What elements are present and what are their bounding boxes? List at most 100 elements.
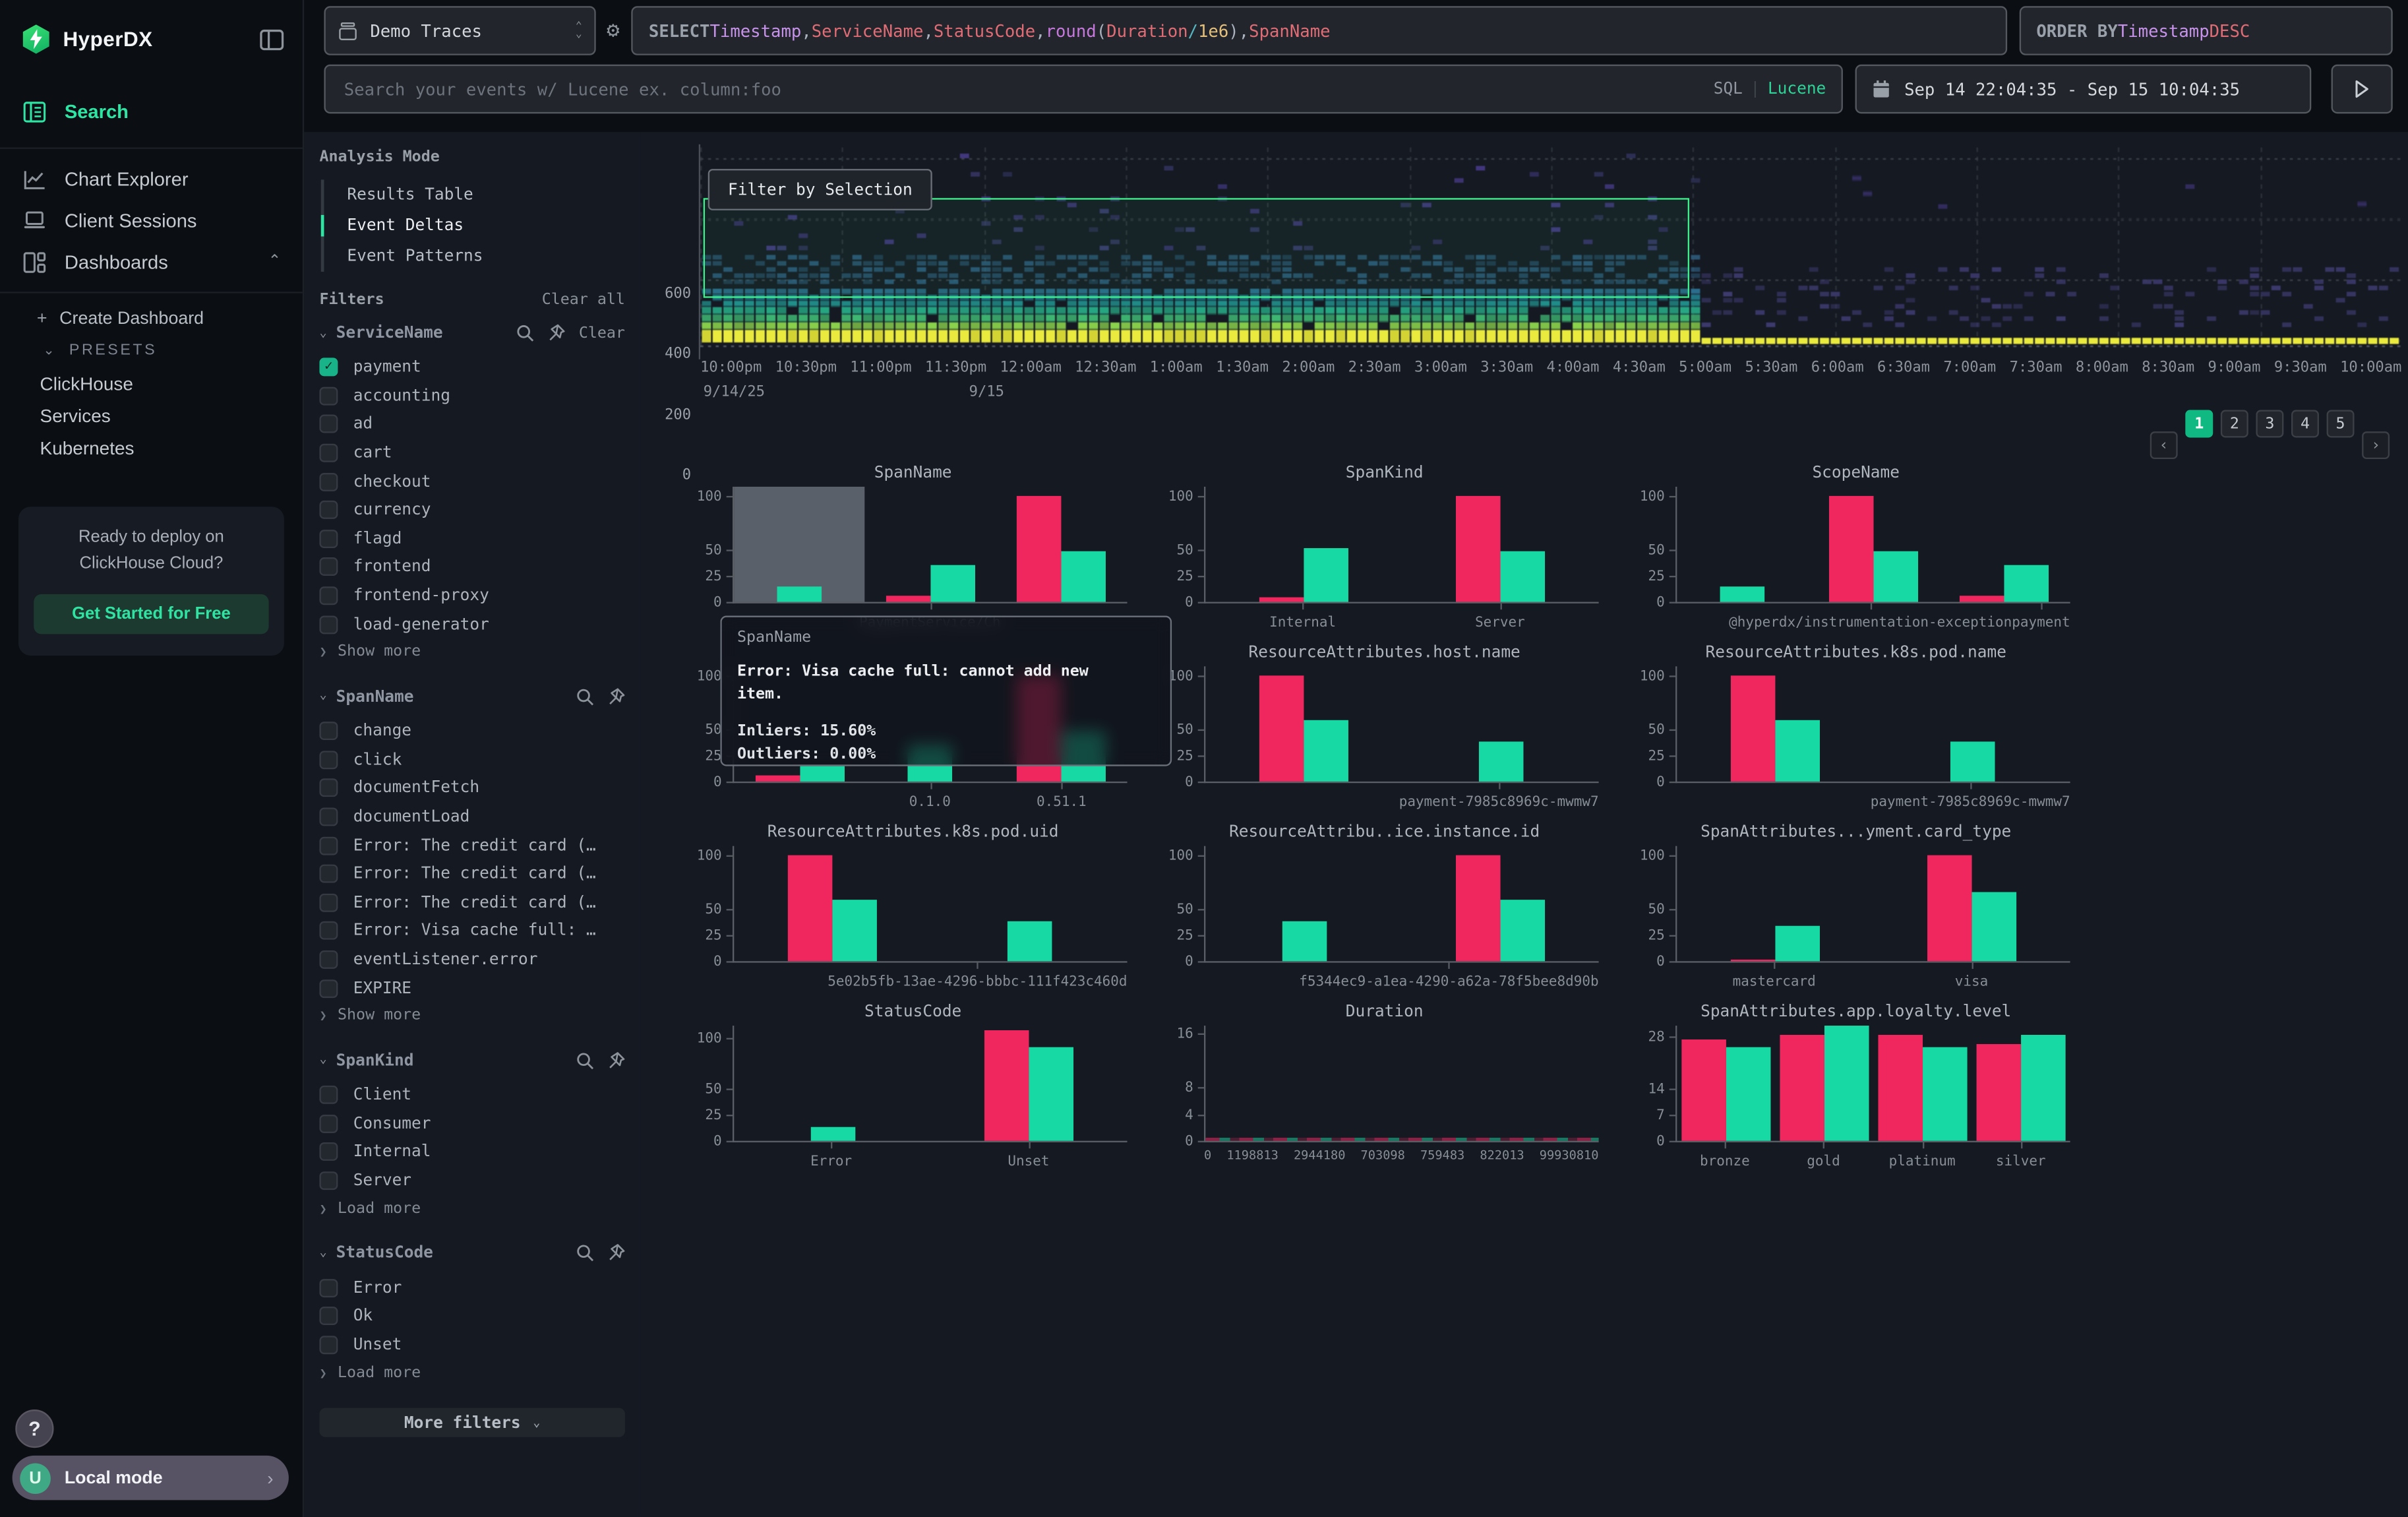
chart-spanname[interactable]: SpanName02550100PaymentService/Ch [677,458,1149,637]
inlier-bar[interactable] [930,565,975,602]
chart-plot[interactable] [1204,1026,1599,1142]
clear-filter-button[interactable]: Clear [579,325,625,342]
inlier-bar[interactable] [1062,551,1106,602]
outlier-bar[interactable] [886,596,931,602]
bar-group[interactable] [734,1026,930,1141]
checkbox-icon[interactable] [319,387,338,405]
inlier-bar[interactable] [1972,892,2017,961]
checkbox-icon[interactable] [319,501,338,520]
filter-checkbox-item[interactable]: currency [319,496,624,524]
bar-group[interactable] [1808,487,1939,602]
outlier-bar[interactable] [788,855,833,962]
bar-group[interactable] [1677,1026,1775,1141]
chart-plot[interactable] [1204,846,1599,963]
inlier-bar[interactable] [1007,921,1052,961]
outlier-bar[interactable] [1681,1039,1726,1141]
filter-checkbox-item[interactable]: frontend-proxy [319,582,624,610]
bar-group[interactable] [1205,666,1402,782]
analysis-mode-event-patterns[interactable]: Event Patterns [324,241,625,272]
page-prev-button[interactable]: ‹ [2150,431,2178,459]
source-select[interactable]: Demo Traces ⌃⌄ [324,6,595,55]
pin-icon[interactable] [607,688,625,706]
sidebar-item-client-sessions[interactable]: Client Sessions [0,200,303,241]
bar-group[interactable] [1205,487,1402,602]
filter-checkbox-item[interactable]: documentLoad [319,803,624,831]
checkbox-icon[interactable] [319,558,338,576]
chart-resourceattribu-ice-instance-id[interactable]: ResourceAttribu..ice.instance.id02550100… [1149,817,1620,996]
search-icon[interactable] [576,1051,594,1070]
show-more-button[interactable]: ❯Load more [319,1195,624,1223]
checkbox-icon[interactable] [319,808,338,826]
bar-group[interactable] [1874,1026,1972,1141]
bar-group[interactable] [1972,1026,2070,1141]
filter-checkbox-item[interactable]: ad [319,410,624,439]
bar-group[interactable] [734,846,930,962]
inlier-bar[interactable] [1282,921,1327,961]
sql-select-input[interactable]: SELECT Timestamp, ServiceName, StatusCod… [632,6,2007,55]
checkbox-icon[interactable] [319,779,338,797]
filter-checkbox-item[interactable]: load-generator [319,610,624,638]
checkbox-checked-icon[interactable]: ✓ [319,358,338,377]
chevron-down-icon[interactable]: ⌄ [319,689,326,702]
checkbox-icon[interactable] [319,444,338,462]
inlier-bar[interactable] [1501,551,1546,602]
filter-checkbox-item[interactable]: change [319,717,624,745]
checkbox-icon[interactable] [319,615,338,634]
outlier-bar[interactable] [1456,855,1501,962]
checkbox-icon[interactable] [319,1278,338,1297]
checkbox-icon[interactable] [319,1143,338,1161]
checkbox-icon[interactable] [319,836,338,855]
bar-group[interactable] [1939,487,2070,602]
checkbox-icon[interactable] [319,1086,338,1104]
outlier-bar[interactable] [1017,495,1062,602]
outlier-bar[interactable] [755,775,800,782]
checkbox-icon[interactable] [319,865,338,883]
checkbox-icon[interactable] [319,922,338,941]
inlier-bar[interactable] [1873,551,1918,602]
bar-group[interactable] [1402,846,1598,962]
collapse-sidebar-icon[interactable] [260,28,284,50]
bar-group[interactable] [1677,846,1873,962]
bar-group[interactable] [1677,666,1873,782]
chart-scopename[interactable]: ScopeName02550100@hyperdx/instrumentatio… [1620,458,2092,637]
bar-group[interactable] [865,487,996,602]
sidebar-item-clickhouse[interactable]: ClickHouse [0,367,303,399]
filter-checkbox-item[interactable]: Internal [319,1138,624,1166]
outlier-bar[interactable] [1259,675,1304,782]
filter-checkbox-item[interactable]: checkout [319,468,624,496]
filter-group-name[interactable]: SpanKind [336,1051,564,1070]
filter-checkbox-item[interactable]: flagd [319,524,624,553]
checkbox-icon[interactable] [319,1115,338,1133]
chart-plot[interactable] [1675,666,2070,783]
order-by-input[interactable]: ORDER BY Timestamp DESC [2020,6,2393,55]
chart-plot[interactable] [1675,487,2070,604]
page-next-button[interactable]: › [2362,431,2390,459]
filter-checkbox-item[interactable]: documentFetch [319,774,624,803]
run-query-button[interactable] [2332,65,2393,113]
inlier-bar[interactable] [800,766,845,782]
clear-all-button[interactable]: Clear all [542,292,625,309]
checkbox-icon[interactable] [319,586,338,605]
filter-checkbox-item[interactable]: Consumer [319,1109,624,1138]
chart-resourceattributes-k8s-pod-name[interactable]: ResourceAttributes.k8s.pod.name02550100p… [1620,637,2092,817]
bar-group[interactable] [996,487,1128,602]
checkbox-icon[interactable] [319,416,338,434]
page-button-3[interactable]: 3 [2256,410,2283,438]
filter-checkbox-item[interactable]: eventListener.error [319,945,624,974]
checkbox-icon[interactable] [319,979,338,997]
inlier-bar[interactable] [1775,721,1820,782]
filter-checkbox-item[interactable]: Error: The credit card (… [319,888,624,917]
checkbox-icon[interactable] [319,751,338,769]
inlier-bar[interactable] [1726,1047,1771,1141]
chart-duration[interactable]: Duration04816011988132944180703098759483… [1149,997,1620,1176]
checkbox-icon[interactable] [319,530,338,548]
date-range-picker[interactable]: Sep 14 22:04:35 - Sep 15 10:04:35 [1855,65,2312,113]
page-button-2[interactable]: 2 [2221,410,2248,438]
search-icon[interactable] [516,324,534,342]
filter-checkbox-item[interactable]: EXPIRE [319,974,624,1003]
language-toggle[interactable]: SQL|Lucene [1714,80,1826,98]
outlier-bar[interactable] [1456,495,1501,602]
heatmap-selection-region[interactable] [704,198,1689,297]
checkbox-icon[interactable] [319,893,338,912]
page-button-5[interactable]: 5 [2327,410,2355,438]
